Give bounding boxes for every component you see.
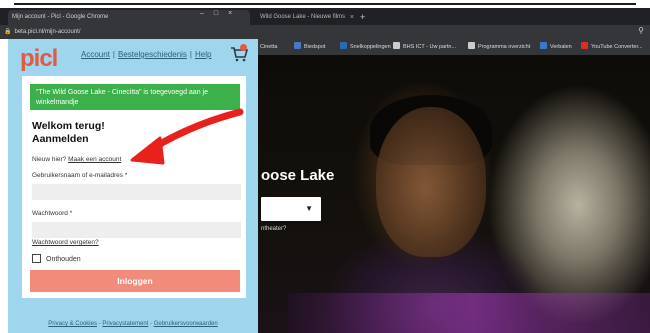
bookmark-label: Verbalen — [550, 44, 572, 50]
bookmark-icon — [294, 42, 301, 49]
new-here-text: Nieuw hier? — [32, 156, 67, 163]
window-controls[interactable]: –□× — [200, 10, 242, 17]
nav-order-history-link[interactable]: Bestelgeschiedenis — [118, 50, 187, 59]
hero-subtitle: ntheater? — [261, 226, 287, 232]
bookmark-label: Programma overzicht — [478, 44, 531, 50]
cart-badge — [240, 44, 247, 51]
picl-logo[interactable]: picl — [20, 47, 58, 71]
login-button[interactable]: Inloggen — [30, 270, 240, 292]
welcome-back-text: Welkom terug! — [32, 120, 105, 132]
username-input[interactable] — [32, 184, 241, 200]
remember-label: Onthouden — [46, 256, 81, 263]
create-account-link[interactable]: Maak een account — [68, 156, 121, 163]
top-rule — [14, 3, 636, 5]
password-label-text: Wachtwoord — [32, 210, 68, 217]
password-label: Wachtwoord * — [32, 210, 72, 217]
panel-footer: Privacy & Cookies - Privacystatement - G… — [48, 321, 218, 327]
bookmark-icon — [468, 42, 475, 49]
username-label-text: Gebruikersnaam of e-mailadres — [32, 172, 124, 179]
bookmark-label: Cinetta — [260, 44, 278, 50]
tab-title: Mijn account - Picl - Google Chrome — [12, 14, 109, 20]
bookmark-label: YouTube Converter... — [591, 44, 643, 50]
url-text: beta.picl.nl/mijn-account/ — [14, 29, 81, 35]
top-border — [0, 0, 650, 8]
browser-tab-second[interactable]: Wild Goose Lake - Nieuwe films × — [258, 10, 358, 25]
bookmark-label: Snelkoppelingen — [350, 44, 391, 50]
bookmark-item[interactable]: BHS ICT - Uw partn... — [393, 42, 456, 52]
login-card: “The Wild Goose Lake - Cinecitta” is toe… — [22, 76, 246, 298]
remember-me-row[interactable]: Onthouden — [32, 254, 81, 263]
required-mark: * — [124, 172, 128, 179]
terms-link[interactable]: Gebruikersvoorwaarden — [154, 321, 218, 327]
hero-title: oose Lake — [261, 167, 335, 184]
nav-help-link[interactable]: Help — [195, 50, 211, 59]
bookmark-icon — [340, 42, 347, 49]
new-tab-icon[interactable]: + — [360, 11, 365, 23]
cart-added-notice: “The Wild Goose Lake - Cinecitta” is toe… — [30, 84, 240, 110]
bookmarks-bar: Cinetta Biedspot Snelkoppelingen BHS ICT… — [258, 39, 650, 55]
panel-nav: Account | Bestelgeschiedenis | Help — [81, 50, 211, 59]
remember-checkbox[interactable] — [32, 254, 41, 263]
privacy-cookies-link[interactable]: Privacy & Cookies — [48, 321, 97, 327]
bookmark-label: BHS ICT - Uw partn... — [403, 44, 457, 50]
movie-hero: oose Lake ▼ ntheater? — [258, 55, 650, 333]
chevron-down-icon: ▼ — [305, 204, 313, 213]
account-panel: picl Account | Bestelgeschiedenis | Help “Th… — [8, 39, 258, 333]
address-bar: 🔒 beta.picl.nl/mijn-account/ ⚲ — [0, 25, 650, 39]
tab-title-second: Wild Goose Lake - Nieuwe films — [260, 14, 346, 20]
hero-image-face — [376, 107, 486, 257]
bookmark-item[interactable]: Biedspot — [294, 42, 325, 52]
nav-separator: | — [112, 50, 115, 59]
username-label: Gebruikersnaam of e-mailadres * — [32, 172, 127, 179]
bookmark-item[interactable]: Snelkoppelingen — [340, 42, 391, 52]
privacy-statement-link[interactable]: Privacystatement — [102, 321, 148, 327]
hero-image-glow — [288, 293, 650, 333]
bookmark-item[interactable]: YouTube Converter... — [581, 42, 643, 52]
browser-tab-bar: Mijn account - Picl - Google Chrome –□× … — [0, 8, 650, 25]
bookmark-item[interactable]: Programma overzicht — [468, 42, 530, 52]
bookmark-icon — [540, 42, 547, 49]
bookmark-icon — [581, 42, 588, 49]
password-input[interactable] — [32, 222, 241, 238]
bookmark-icon — [393, 42, 400, 49]
close-tab-icon[interactable]: × — [350, 10, 354, 25]
forgot-password-link[interactable]: Wachtwoord vergeten? — [32, 239, 99, 246]
lock-icon: 🔒 — [4, 29, 12, 35]
sign-in-text: Aanmelden — [32, 133, 89, 145]
cinema-select[interactable]: ▼ — [261, 197, 321, 221]
search-icon[interactable]: ⚲ — [638, 26, 644, 35]
new-here-row: Nieuw hier? Maak een account — [32, 156, 121, 163]
required-mark: * — [69, 210, 73, 217]
bookmark-item[interactable]: Cinetta — [260, 42, 277, 52]
bookmark-item[interactable]: Verbalen — [540, 42, 572, 52]
nav-separator: | — [189, 50, 192, 59]
url-field[interactable]: 🔒 beta.picl.nl/mijn-account/ — [4, 27, 81, 37]
nav-account-link[interactable]: Account — [81, 50, 110, 59]
login-heading: Welkom terug! Aanmelden — [32, 120, 105, 146]
bookmark-label: Biedspot — [304, 44, 326, 50]
